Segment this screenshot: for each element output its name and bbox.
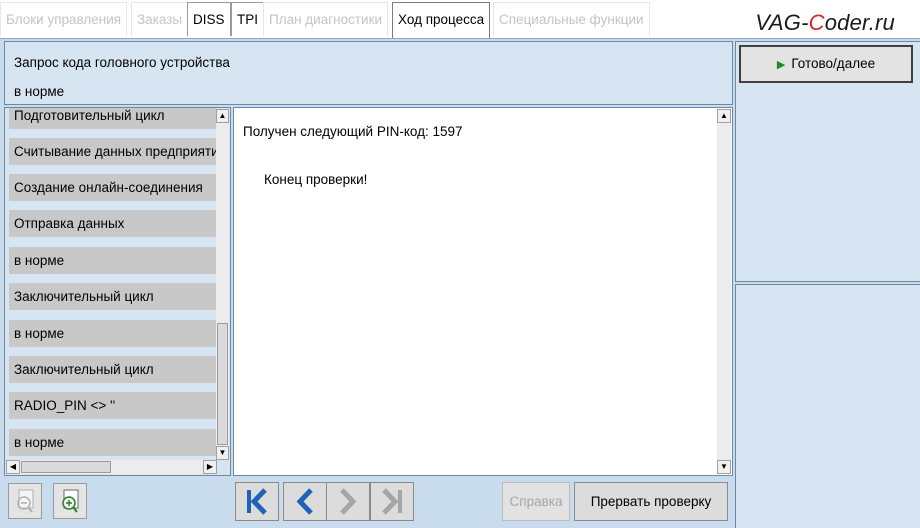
result-text-area: Получен следующий PIN-код: 1597 Конец пр… <box>233 107 733 476</box>
last-step-button[interactable] <box>370 482 414 521</box>
list-item[interactable]: в норме <box>9 320 216 347</box>
forward-arrow-icon <box>340 488 357 515</box>
list-item[interactable]: Подготовительный цикл <box>9 108 216 129</box>
pin-result-text: Получен следующий PIN-код: 1597 <box>243 124 463 139</box>
right-panel: ▶ Готово/далее <box>735 41 920 528</box>
done-next-button[interactable]: ▶ Готово/далее <box>739 45 913 83</box>
next-step-button[interactable] <box>326 482 370 521</box>
scroll-down-icon[interactable]: ▼ <box>717 460 731 474</box>
list-item[interactable]: Создание онлайн-соединения <box>9 174 216 201</box>
end-of-test-text: Конец проверки! <box>264 172 368 187</box>
scroll-down-icon[interactable]: ▼ <box>216 446 229 460</box>
play-icon: ▶ <box>776 59 786 71</box>
tab-process-flow[interactable]: Ход процесса <box>392 2 491 38</box>
first-step-button[interactable] <box>235 482 279 521</box>
skip-to-last-icon <box>382 488 402 515</box>
step-list: Подготовительный цикл Считывание данных … <box>4 107 231 476</box>
step-list-vertical-scrollbar[interactable]: ▲ ▼ <box>216 109 229 460</box>
tab-diss[interactable]: DISS <box>187 2 231 36</box>
list-item[interactable]: в норме <box>9 247 216 274</box>
tab-control-units[interactable]: Блоки управления <box>0 2 128 36</box>
previous-step-button[interactable] <box>283 482 327 521</box>
procedure-header: Запрос кода головного устройства в норме <box>4 41 733 105</box>
scroll-up-icon[interactable]: ▲ <box>717 109 731 123</box>
tab-diagnostic-plan[interactable]: План диагностики <box>263 2 389 36</box>
scroll-thumb[interactable] <box>217 323 228 445</box>
tab-bar: Блоки управления Заказы DISS TPI План ди… <box>0 0 920 38</box>
scroll-right-icon[interactable]: ▶ <box>203 460 217 474</box>
list-item[interactable]: Считывание данных предприятия <box>9 138 216 165</box>
procedure-status: в норме <box>14 84 65 99</box>
right-panel-top: ▶ Готово/далее <box>735 41 920 282</box>
main-frame: Запрос кода головного устройства в норме… <box>0 38 920 528</box>
list-item[interactable]: Отправка данных <box>9 210 216 237</box>
right-panel-bottom <box>735 284 920 528</box>
scroll-up-icon[interactable]: ▲ <box>216 109 229 123</box>
tab-orders[interactable]: Заказы <box>131 2 189 36</box>
list-item[interactable]: Заключительный цикл <box>9 283 216 310</box>
help-button[interactable]: Справка <box>502 482 570 521</box>
zoom-out-button[interactable] <box>8 483 42 519</box>
scroll-thumb[interactable] <box>21 461 111 473</box>
tab-tpi[interactable]: TPI <box>231 2 265 36</box>
zoom-out-icon <box>17 489 34 513</box>
tab-special-functions[interactable]: Специальные функции <box>493 2 650 36</box>
watermark-logo: VAG-Coder.ru <box>755 10 895 35</box>
zoom-in-icon <box>62 489 79 513</box>
result-vertical-scrollbar[interactable]: ▲ ▼ <box>717 109 731 474</box>
list-item[interactable]: RADIO_PIN <> '' <box>9 392 216 419</box>
zoom-in-button[interactable] <box>53 483 87 519</box>
procedure-title: Запрос кода головного устройства <box>14 55 230 70</box>
abort-test-button[interactable]: Прервать проверку <box>574 482 728 521</box>
list-item[interactable]: Заключительный цикл <box>9 356 216 383</box>
list-item[interactable]: в норме <box>9 429 216 456</box>
step-list-horizontal-scrollbar[interactable]: ◀ ▶ <box>6 460 217 474</box>
skip-to-first-icon <box>247 488 267 515</box>
scroll-left-icon[interactable]: ◀ <box>6 460 20 474</box>
back-arrow-icon <box>296 488 313 515</box>
